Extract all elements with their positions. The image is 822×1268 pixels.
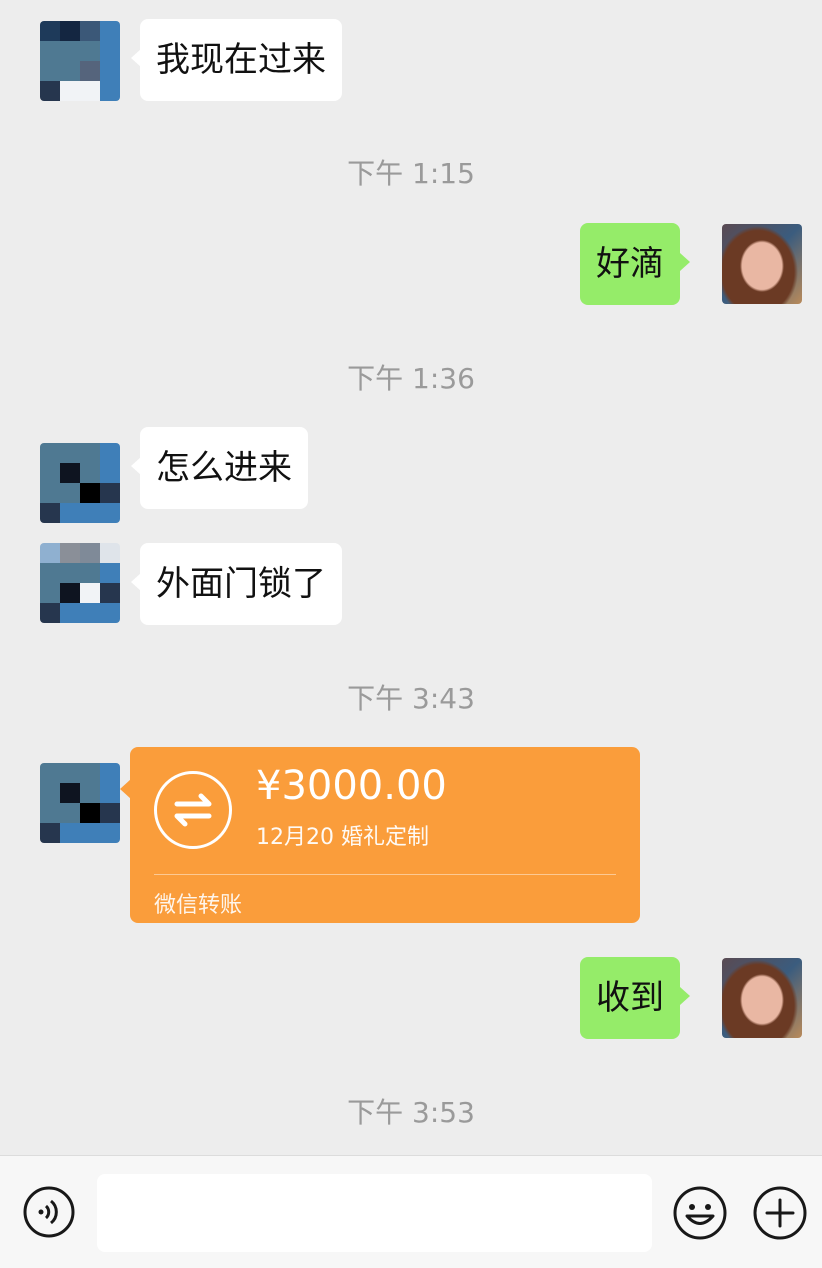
contact-avatar[interactable] (40, 543, 120, 623)
transfer-type-label: 微信转账 (154, 893, 243, 918)
message-input[interactable] (97, 1174, 652, 1252)
message-text: 收到 (596, 978, 664, 1018)
my-avatar[interactable] (722, 224, 802, 304)
my-avatar[interactable] (722, 958, 802, 1038)
message-text: 我现在过来 (156, 40, 326, 80)
contact-avatar[interactable] (40, 21, 120, 101)
transfer-memo: 12月20 婚礼定制 (256, 825, 429, 850)
timestamp: 下午 1:36 (347, 362, 475, 395)
timestamp: 下午 1:15 (347, 157, 475, 190)
timestamp: 下午 3:53 (347, 1096, 475, 1129)
message-text: 好滴 (596, 244, 664, 284)
transfer-card[interactable]: ¥3000.00 12月20 婚礼定制 微信转账 (120, 747, 640, 923)
divider (154, 874, 616, 875)
contact-avatar[interactable] (40, 443, 120, 523)
voice-icon[interactable] (22, 1185, 76, 1243)
message-text: 怎么进来 (156, 448, 292, 488)
transfer-icon (154, 771, 232, 849)
message-bubble[interactable]: 我现在过来 (131, 19, 342, 101)
message-text: 外面门锁了 (156, 564, 326, 604)
message-bubble[interactable]: 好滴 (580, 223, 690, 305)
chat-area: 我现在过来 下午 1:15 好滴 下午 1:36 怎么进来 外面门锁了 下午 3… (0, 0, 822, 1155)
message-bubble[interactable]: 收到 (580, 957, 690, 1039)
input-bar (0, 1155, 822, 1268)
message-bubble[interactable]: 外面门锁了 (131, 543, 342, 625)
transfer-amount: ¥3000.00 (256, 763, 447, 809)
plus-icon[interactable] (752, 1185, 808, 1245)
message-bubble[interactable]: 怎么进来 (131, 427, 308, 509)
timestamp: 下午 3:43 (347, 682, 475, 715)
contact-avatar[interactable] (40, 763, 120, 843)
emoji-icon[interactable] (672, 1185, 728, 1245)
